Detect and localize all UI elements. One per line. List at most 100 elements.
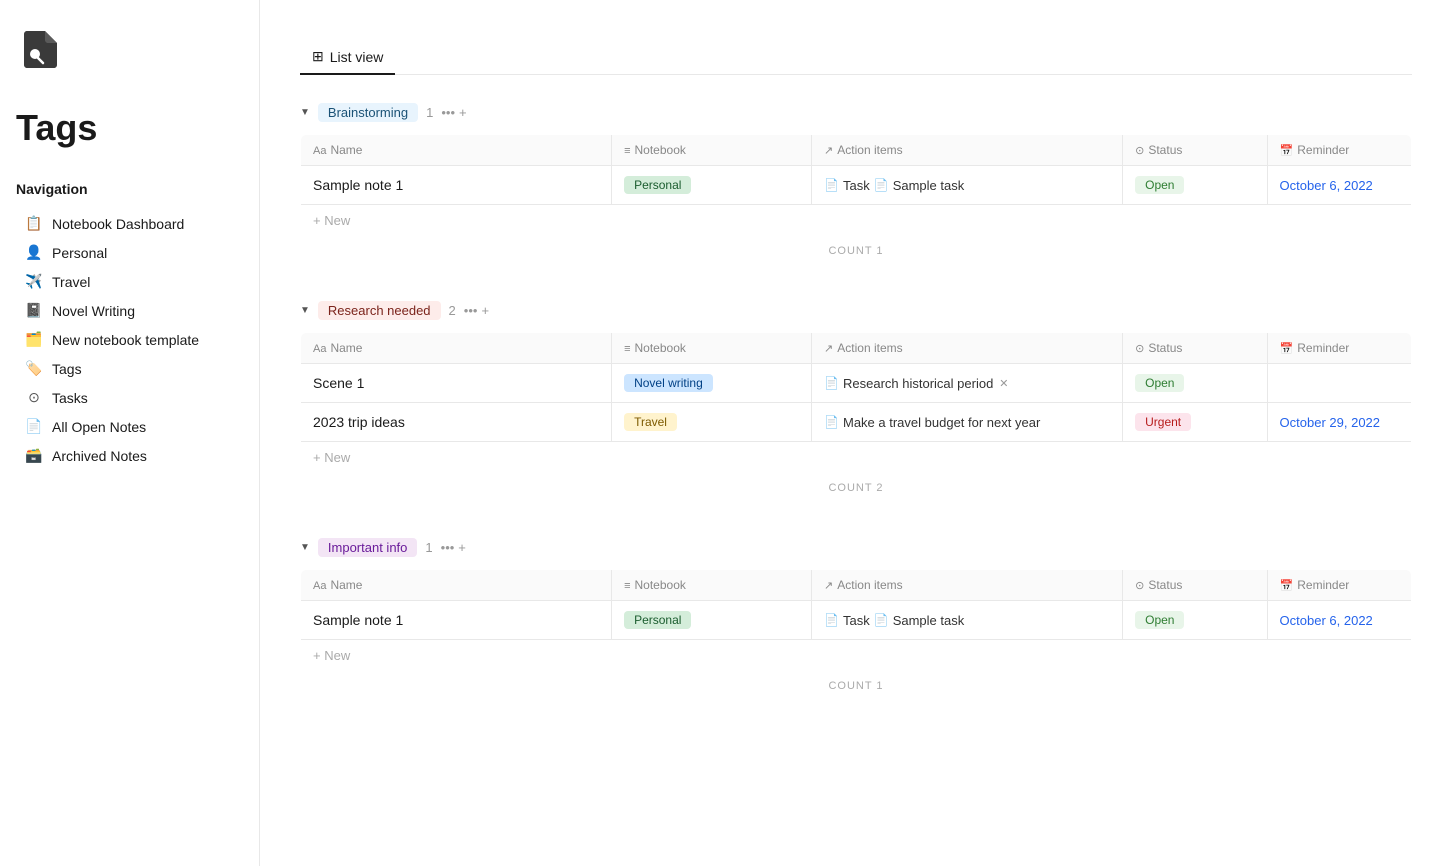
th-reminder-research-needed: 📅Reminder [1267,333,1411,364]
nav-label-travel: Travel [52,274,90,290]
group-toggle-research-needed[interactable]: ▼ [300,305,310,316]
action-item[interactable]: 📄Task [824,178,870,193]
group-more-brainstorming[interactable]: ••• [441,105,455,120]
group-actions-important-info[interactable]: ••• + [441,540,466,555]
cell-notebook-brainstorming-0[interactable]: Personal [612,166,812,205]
sidebar-item-archived-notes[interactable]: 🗃️Archived Notes [16,441,243,470]
notebook-badge[interactable]: Travel [624,413,677,431]
group-count-row-important-info: COUNT 1 [300,672,1412,700]
notebook-badge[interactable]: Personal [624,176,691,194]
th-actions-research-needed: ↗Action items [812,333,1123,364]
table-row: Sample note 1 Personal 📄Task 📄 Sample task Op… [301,166,1412,205]
th-actions-important-info: ↗Action items [812,570,1123,601]
cell-name-research-needed-1[interactable]: 2023 trip ideas [301,403,612,442]
group-toggle-brainstorming[interactable]: ▼ [300,107,310,118]
action-item-remove[interactable]: ✕ [999,377,1008,390]
notebook-badge[interactable]: Novel writing [624,374,713,392]
sidebar-item-personal[interactable]: 👤 Personal [16,238,243,267]
status-badge[interactable]: Open [1135,374,1184,392]
group-count-important-info: 1 [425,540,432,555]
sidebar-item-tasks[interactable]: ⊙Tasks [16,383,243,412]
action-item-label: Sample task [893,178,965,193]
table-row: Sample note 1 Personal 📄Task 📄Sample task Op… [301,601,1412,640]
status-badge[interactable]: Open [1135,611,1184,629]
cell-status-important-info-0[interactable]: Open [1123,601,1267,640]
group-add-important-info[interactable]: + [458,540,466,555]
group-important-info: ▼ Important info 1 ••• + AaName ≡Noteboo… [300,534,1412,700]
action-item-icon: 📄 [824,376,839,390]
group-add-brainstorming[interactable]: + [459,105,467,120]
status-badge[interactable]: Open [1135,176,1184,194]
action-item-label: Task [843,613,870,628]
group-count-row-brainstorming: COUNT 1 [300,237,1412,265]
sidebar-item-travel[interactable]: ✈️Travel [16,267,243,296]
cell-reminder-important-info-0: October 6, 2022 [1267,601,1411,640]
group-actions-research-needed[interactable]: ••• + [464,303,489,318]
cell-reminder-research-needed-0 [1267,364,1411,403]
new-row-research-needed[interactable]: + New [301,442,1412,474]
new-row-label[interactable]: + New [301,442,1412,474]
notebook-badge[interactable]: Personal [624,611,691,629]
cell-notebook-important-info-0[interactable]: Personal [612,601,812,640]
cell-notebook-research-needed-0[interactable]: Novel writing [612,364,812,403]
action-item[interactable]: 📄Sample task [874,613,965,628]
cell-reminder-research-needed-1: October 29, 2022 [1267,403,1411,442]
nav-icon-personal: 👤 [24,244,44,261]
group-more-important-info[interactable]: ••• [441,540,455,555]
action-item[interactable]: 📄Make a travel budget for next year [824,415,1040,430]
nav-icon-notebook-dashboard: 📋 [24,215,44,232]
sidebar-item-new-notebook-template[interactable]: 🗂️New notebook template [16,325,243,354]
status-badge[interactable]: Urgent [1135,413,1191,431]
cell-name-important-info-0[interactable]: Sample note 1 [301,601,612,640]
new-row-label[interactable]: + New [301,205,1412,237]
nav-icon-all-open-notes: 📄 [24,418,44,435]
nav-label-personal: Personal [52,245,107,261]
new-row-important-info[interactable]: + New [301,640,1412,672]
group-header-research-needed: ▼ Research needed 2 ••• + [300,297,1412,324]
group-count-row-research-needed: COUNT 2 [300,474,1412,502]
group-more-research-needed[interactable]: ••• [464,303,478,318]
th-notebook-important-info: ≡Notebook [612,570,812,601]
nav-icon-tasks: ⊙ [24,389,44,406]
sidebar-item-all-open-notes[interactable]: 📄 All Open Notes [16,412,243,441]
action-item-icon: 📄 [824,415,839,429]
cell-status-research-needed-1[interactable]: Urgent [1123,403,1267,442]
cell-status-brainstorming-0[interactable]: Open [1123,166,1267,205]
group-toggle-important-info[interactable]: ▼ [300,542,310,553]
new-row-label[interactable]: + New [301,640,1412,672]
cell-actions-research-needed-0: 📄 Research historical period ✕ [812,364,1123,403]
cell-status-research-needed-0[interactable]: Open [1123,364,1267,403]
action-item[interactable]: 📄Task [824,613,870,628]
new-row-brainstorming[interactable]: + New [301,205,1412,237]
group-actions-brainstorming[interactable]: ••• + [441,105,466,120]
sidebar-item-tags[interactable]: 🏷️Tags [16,354,243,383]
th-notebook-brainstorming: ≡Notebook [612,135,812,166]
group-tag-brainstorming[interactable]: Brainstorming [318,103,418,122]
cell-name-brainstorming-0[interactable]: Sample note 1 [301,166,612,205]
group-tag-research-needed[interactable]: Research needed [318,301,441,320]
sidebar-item-notebook-dashboard[interactable]: 📋Notebook Dashboard [16,209,243,238]
nav-icon-new-notebook-template: 🗂️ [24,331,44,348]
group-brainstorming: ▼ Brainstorming 1 ••• + AaName ≡Notebook… [300,99,1412,265]
table-brainstorming: AaName ≡Notebook ↗Action items ⊙Status 📅… [300,134,1412,237]
group-add-research-needed[interactable]: + [481,303,489,318]
tab-list-view[interactable]: ⊞ List view [300,40,395,75]
th-reminder-important-info: 📅Reminder [1267,570,1411,601]
sidebar-item-novel-writing[interactable]: 📓Novel Writing [16,296,243,325]
list-view-label: List view [330,49,384,65]
action-item-icon: 📄 [874,178,889,192]
cell-reminder-brainstorming-0: October 6, 2022 [1267,166,1411,205]
nav-label-all-open-notes: All Open Notes [52,419,146,435]
th-name-research-needed: AaName [301,333,612,364]
groups-container: ▼ Brainstorming 1 ••• + AaName ≡Notebook… [300,99,1412,700]
page-title: Tags [16,107,243,149]
action-item-label: Research historical period [843,376,993,391]
group-tag-important-info[interactable]: Important info [318,538,418,557]
th-status-important-info: ⊙Status [1123,570,1267,601]
cell-notebook-research-needed-1[interactable]: Travel [612,403,812,442]
cell-name-research-needed-0[interactable]: Scene 1 [301,364,612,403]
main-content: ⊞ List view ▼ Brainstorming 1 ••• + AaNa… [260,0,1452,866]
nav-label-novel-writing: Novel Writing [52,303,135,319]
action-item[interactable]: 📄 Research historical period ✕ [824,376,1008,391]
action-item[interactable]: 📄 Sample task [874,178,965,193]
